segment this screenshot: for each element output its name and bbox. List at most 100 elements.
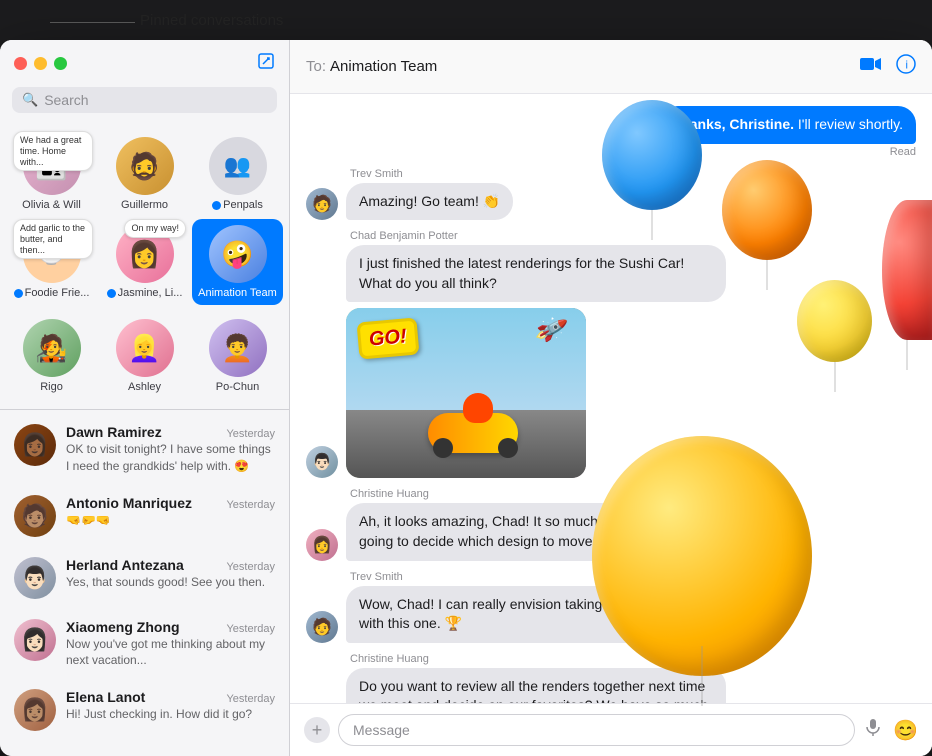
msg-row-chad-1: Chad Benjamin Potter 👨🏻 I just finished … bbox=[306, 230, 916, 478]
pin-item-guillermo[interactable]: 🧔 Guillermo bbox=[99, 131, 190, 217]
app-window: 🔍 👩‍👦 We had a great time. Home with... … bbox=[0, 40, 932, 756]
emoji-button[interactable]: 😊 bbox=[893, 718, 918, 743]
info-icon[interactable]: i bbox=[896, 54, 916, 79]
conv-header-antonio: Antonio Manriquez Yesterday bbox=[66, 495, 275, 511]
conv-avatar-xiaomeng: 👩🏻 bbox=[14, 619, 56, 661]
conv-time-herland: Yesterday bbox=[226, 561, 275, 573]
bubble-chad-1: I just finished the latest renderings fo… bbox=[346, 245, 726, 302]
conv-content-xiaomeng: Xiaomeng Zhong Yesterday Now you've got … bbox=[66, 619, 275, 670]
conv-time-xiaomeng: Yesterday bbox=[226, 623, 275, 635]
chad-msg-content: I just finished the latest renderings fo… bbox=[346, 245, 726, 478]
msg-row-trev-1: Trev Smith 🧑 Amazing! Go team! 👏 bbox=[306, 168, 916, 221]
conv-preview-herland: Yes, that sounds good! See you then. bbox=[66, 574, 275, 591]
search-input[interactable] bbox=[44, 92, 267, 108]
pin-bubble-jasmine: On my way! bbox=[124, 219, 186, 238]
conv-item-herland[interactable]: 👨🏻 Herland Antezana Yesterday Yes, that … bbox=[0, 547, 289, 609]
messages-area: Thanks, Christine. I'll review shortly. … bbox=[290, 94, 932, 703]
bubble-christine-2: Do you want to review all the renders to… bbox=[346, 668, 726, 703]
msg-avatar-chad-1: 👨🏻 bbox=[306, 446, 338, 478]
conv-preview-dawn: OK to visit tonight? I have some things … bbox=[66, 441, 275, 475]
msg-sender-christine-2: Christine Huang bbox=[350, 653, 916, 665]
pin-item-animation-team[interactable]: 🤪 Animation Team bbox=[192, 219, 283, 305]
pin-name-row-penpals: Penpals bbox=[212, 199, 263, 211]
close-button[interactable] bbox=[14, 57, 27, 70]
msg-inner-christine-1: 👩 Ah, it looks amazing, Chad! It so much… bbox=[306, 503, 916, 560]
conv-item-elena[interactable]: 👩🏽 Elena Lanot Yesterday Hi! Just checki… bbox=[0, 679, 289, 741]
conv-name-xiaomeng: Xiaomeng Zhong bbox=[66, 619, 180, 635]
minimize-button[interactable] bbox=[34, 57, 47, 70]
msg-avatar-christine-1: 👩 bbox=[306, 529, 338, 561]
bubble-outgoing-1: Thanks, Christine. I'll review shortly. bbox=[660, 106, 916, 144]
chat-area: To: Animation Team i bbox=[290, 40, 932, 756]
sushi-helmet bbox=[463, 393, 493, 423]
msg-inner-christine-2: 👩 Do you want to review all the renders … bbox=[306, 668, 916, 703]
conv-preview-antonio: 🤜🤛🤜 bbox=[66, 512, 275, 529]
bubble-highlight: Thanks, Christine. bbox=[673, 116, 794, 132]
video-call-icon[interactable] bbox=[860, 56, 882, 77]
conv-name-herland: Herland Antezana bbox=[66, 557, 184, 573]
pinned-grid-row2: 🧑‍🎤 Rigo 👱‍♀️ Ashley bbox=[0, 309, 289, 403]
compose-button[interactable] bbox=[257, 52, 275, 75]
chat-recipient: Animation Team bbox=[330, 58, 437, 75]
pin-name-jasmine: Jasmine, Li... bbox=[118, 287, 183, 299]
pin-item-ashley[interactable]: 👱‍♀️ Ashley bbox=[99, 313, 190, 399]
bubble-trev-2: Wow, Chad! I can really envision taking … bbox=[346, 586, 726, 643]
pin-item-jasmine[interactable]: 👩 On my way! Jasmine, Li... bbox=[99, 219, 190, 305]
bubble-trev-1: Amazing! Go team! 👏 bbox=[346, 183, 513, 221]
msg-inner-trev-1: 🧑 Amazing! Go team! 👏 bbox=[306, 183, 916, 221]
conv-time-antonio: Yesterday bbox=[226, 499, 275, 511]
conv-header-dawn: Dawn Ramirez Yesterday bbox=[66, 424, 275, 440]
conv-item-antonio[interactable]: 🧑🏽 Antonio Manriquez Yesterday 🤜🤛🤜 bbox=[0, 485, 289, 547]
pin-item-olivia-will[interactable]: 👩‍👦 We had a great time. Home with... Ol… bbox=[6, 131, 97, 217]
sushi-car-visual: GO! 🚀 bbox=[346, 308, 586, 478]
pin-avatar-po-chun: 🧑‍🦱 bbox=[209, 319, 267, 377]
compose-icon bbox=[257, 52, 275, 70]
pin-name-penpals: Penpals bbox=[223, 199, 263, 211]
read-status: Read bbox=[306, 146, 916, 158]
pin-name-rigo: Rigo bbox=[40, 381, 63, 393]
pin-item-foodie[interactable]: 🍜 Add garlic to the butter, and then... … bbox=[6, 219, 97, 305]
msg-row-outgoing-1: Thanks, Christine. I'll review shortly. … bbox=[306, 106, 916, 158]
pin-item-po-chun[interactable]: 🧑‍🦱 Po-Chun bbox=[192, 313, 283, 399]
pinned-conversations-label: Pinned conversations bbox=[140, 12, 283, 29]
conv-content-antonio: Antonio Manriquez Yesterday 🤜🤛🤜 bbox=[66, 495, 275, 529]
conv-item-xiaomeng[interactable]: 👩🏻 Xiaomeng Zhong Yesterday Now you've g… bbox=[0, 609, 289, 680]
pin-name-ashley: Ashley bbox=[128, 381, 161, 393]
search-bar[interactable]: 🔍 bbox=[12, 87, 277, 113]
sidebar: 🔍 👩‍👦 We had a great time. Home with... … bbox=[0, 40, 290, 756]
conv-header-xiaomeng: Xiaomeng Zhong Yesterday bbox=[66, 619, 275, 635]
pin-name-animation-team: Animation Team bbox=[198, 287, 277, 299]
input-icons: 😊 bbox=[863, 717, 918, 743]
conv-content-dawn: Dawn Ramirez Yesterday OK to visit tonig… bbox=[66, 424, 275, 475]
wheel-left bbox=[433, 438, 453, 458]
conv-avatar-antonio: 🧑🏽 bbox=[14, 495, 56, 537]
pin-name-row-foodie: Foodie Frie... bbox=[14, 287, 90, 299]
msg-sender-chad-1: Chad Benjamin Potter bbox=[350, 230, 916, 242]
traffic-lights bbox=[14, 57, 67, 70]
pin-name-foodie: Foodie Frie... bbox=[25, 287, 90, 299]
search-icon: 🔍 bbox=[22, 92, 38, 108]
msg-inner-chad-1: 👨🏻 I just finished the latest renderings… bbox=[306, 245, 916, 478]
pin-item-penpals[interactable]: 👥 Penpals bbox=[192, 131, 283, 217]
pin-name-row-jasmine: Jasmine, Li... bbox=[107, 287, 183, 299]
audio-input-icon[interactable] bbox=[863, 717, 883, 743]
pin-avatar-guillermo: 🧔 bbox=[116, 137, 174, 195]
add-attachment-button[interactable]: + bbox=[304, 717, 330, 743]
bubble-text-rest: I'll review shortly. bbox=[798, 116, 903, 132]
pin-item-rigo[interactable]: 🧑‍🎤 Rigo bbox=[6, 313, 97, 399]
msg-row-christine-2: Christine Huang 👩 Do you want to review … bbox=[306, 653, 916, 703]
conv-item-dawn[interactable]: 👩🏾 Dawn Ramirez Yesterday OK to visit to… bbox=[0, 414, 289, 485]
pinned-section: 👩‍👦 We had a great time. Home with... Ol… bbox=[0, 121, 289, 410]
message-input[interactable] bbox=[338, 714, 855, 746]
msg-inner-trev-2: 🧑 Wow, Chad! I can really envision takin… bbox=[306, 586, 916, 643]
svg-text:i: i bbox=[906, 60, 908, 72]
msg-avatar-trev-1: 🧑 bbox=[306, 188, 338, 220]
conversation-list: 👩🏾 Dawn Ramirez Yesterday OK to visit to… bbox=[0, 410, 289, 756]
conv-header-elena: Elena Lanot Yesterday bbox=[66, 689, 275, 705]
zoom-button[interactable] bbox=[54, 57, 67, 70]
conv-time-dawn: Yesterday bbox=[226, 428, 275, 440]
conv-preview-xiaomeng: Now you've got me thinking about my next… bbox=[66, 636, 275, 670]
sushi-car-image: GO! 🚀 bbox=[346, 308, 586, 478]
pin-avatar-animation-team: 🤪 bbox=[209, 225, 267, 283]
unread-dot-foodie bbox=[14, 289, 23, 298]
